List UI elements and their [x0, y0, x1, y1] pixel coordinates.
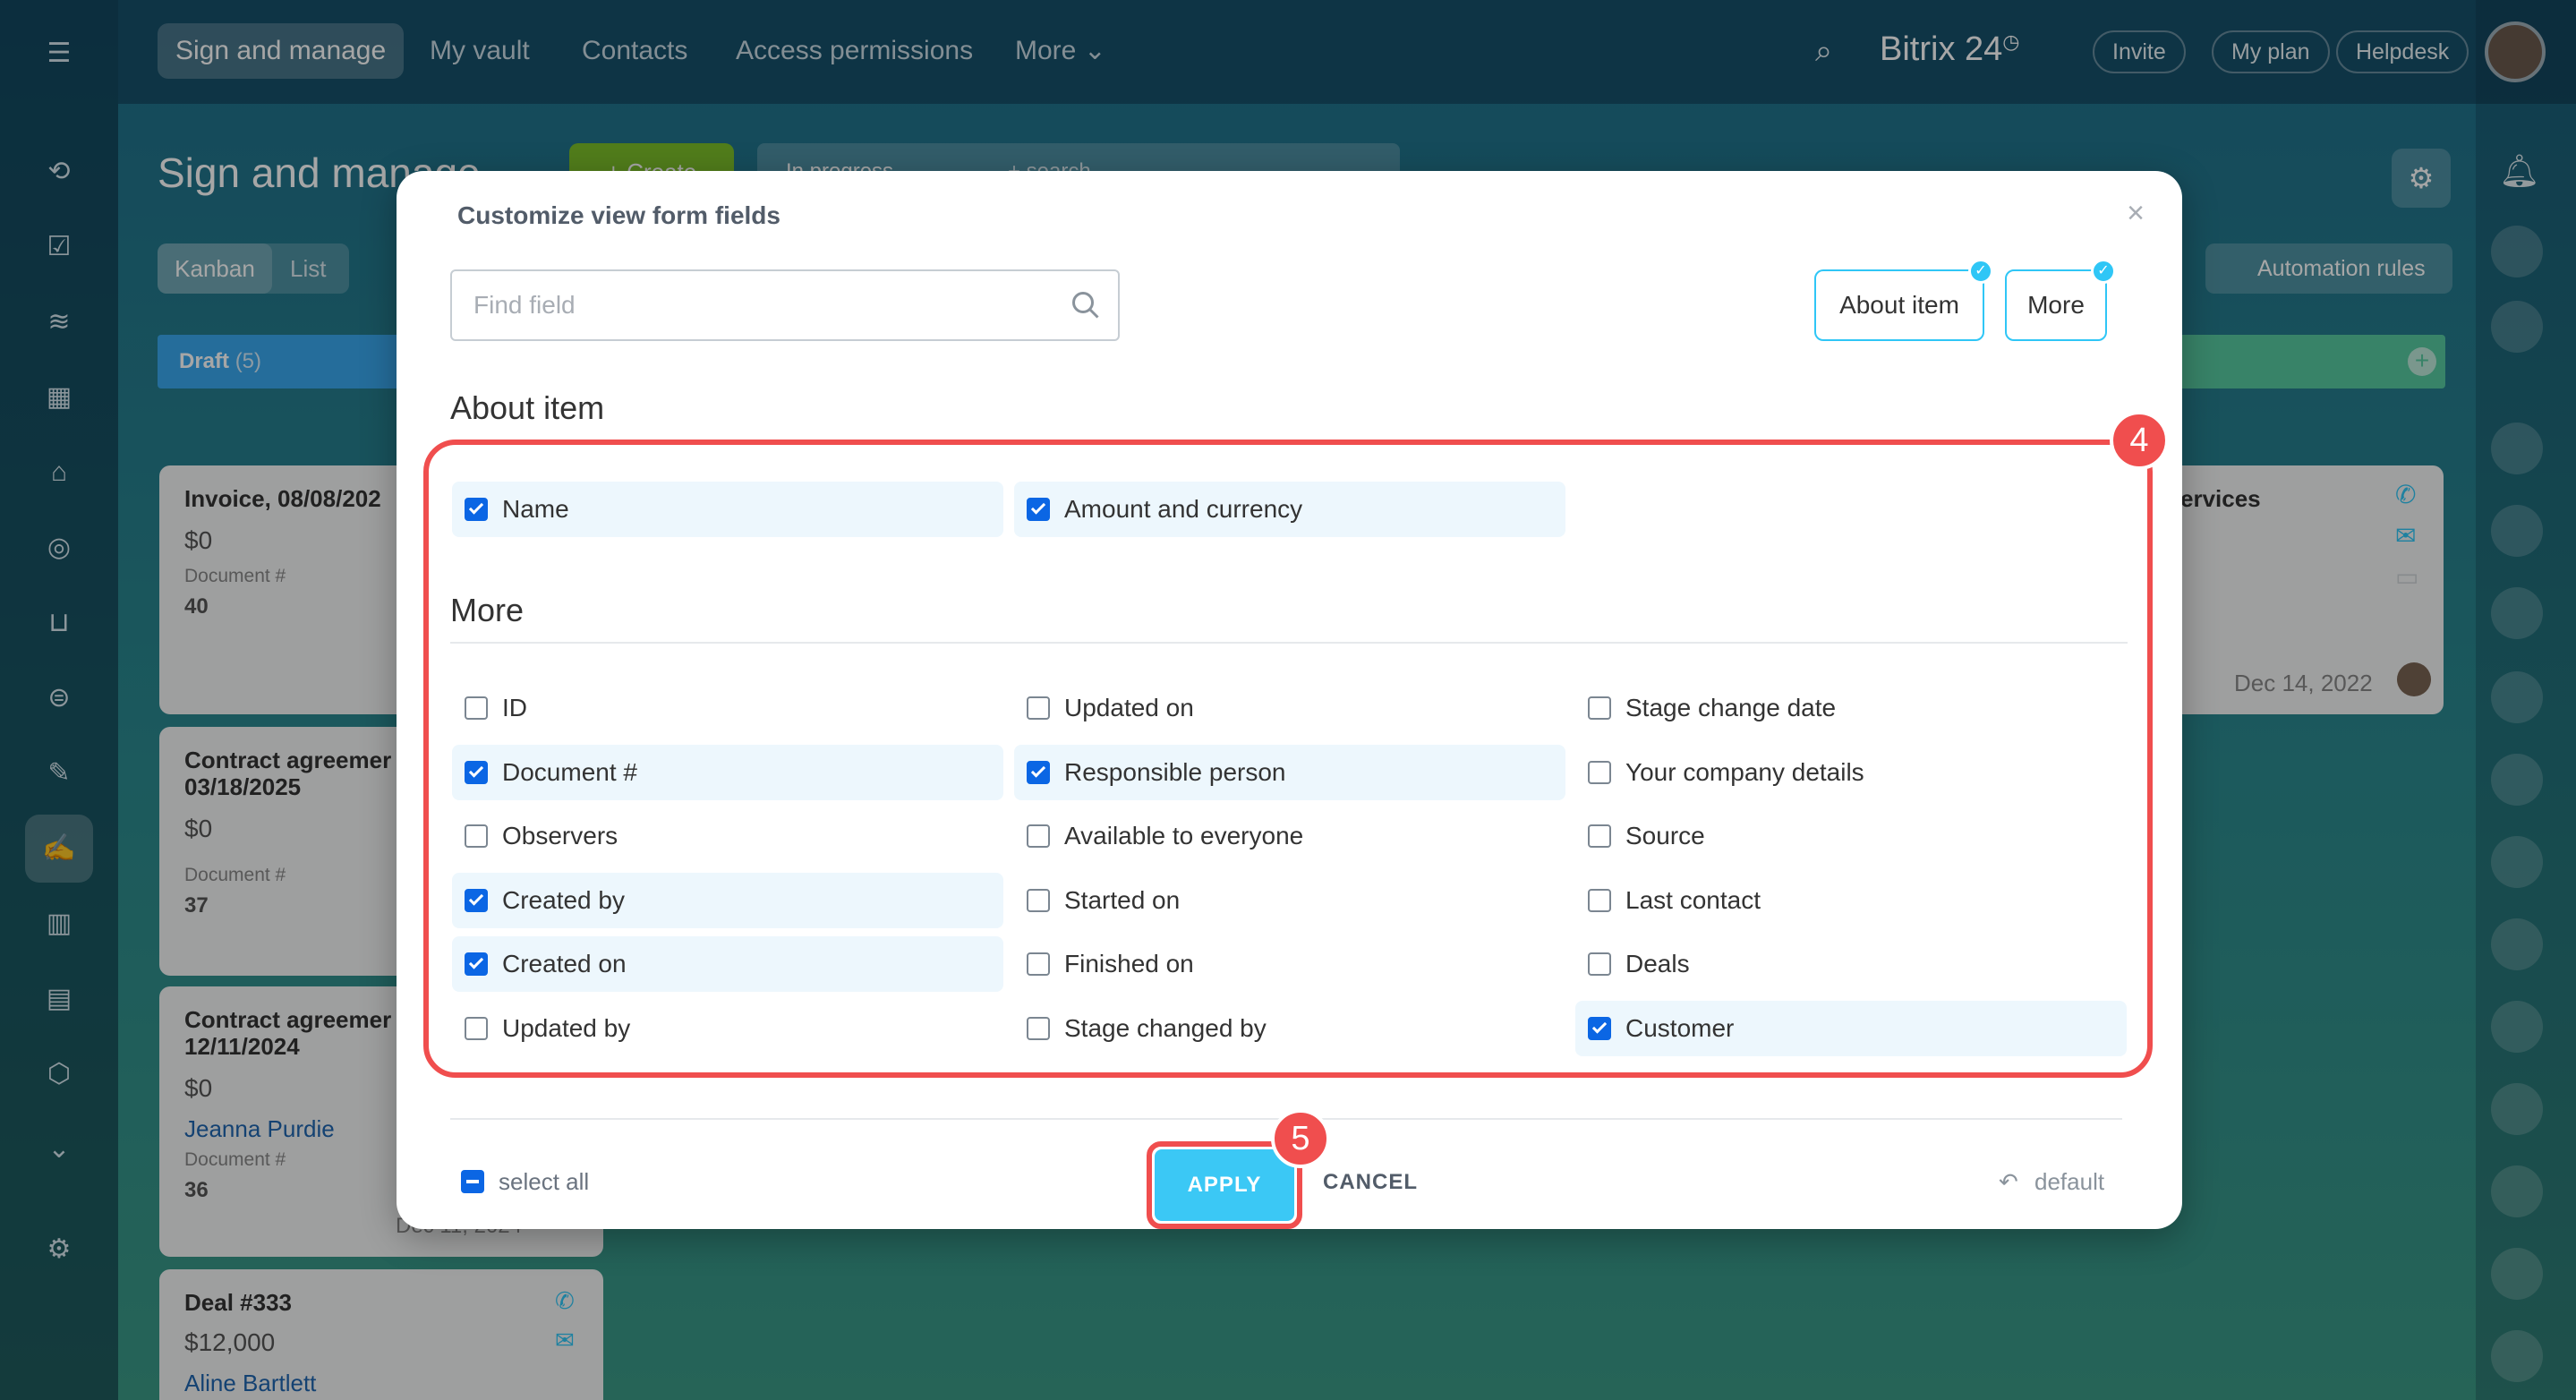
find-field-input[interactable]: Find field — [450, 269, 1120, 341]
annotation-highlight-fields — [423, 440, 2153, 1078]
customize-fields-dialog: Customize view form fields × Find field … — [397, 171, 2182, 1229]
section-tab-about-item[interactable]: About item ✓ — [1814, 259, 1993, 341]
section-heading-about-item: About item — [450, 389, 605, 426]
close-icon[interactable]: × — [2127, 196, 2145, 231]
section-tab-label: About item — [1839, 291, 1959, 319]
select-all-label[interactable]: select all — [499, 1168, 589, 1196]
check-icon: ✓ — [1968, 259, 1993, 284]
search-icon — [1072, 292, 1099, 319]
annotation-step-4: 4 — [2110, 411, 2169, 470]
dialog-title: Customize view form fields — [457, 201, 780, 229]
section-tab-more[interactable]: More ✓ — [2005, 259, 2116, 341]
minus-icon — [466, 1180, 479, 1183]
annotation-step-5: 5 — [1271, 1109, 1330, 1168]
section-tab-label: More — [2027, 291, 2085, 319]
find-field-placeholder: Find field — [473, 291, 576, 319]
cancel-button[interactable]: CANCEL — [1323, 1170, 1418, 1195]
select-all-checkbox[interactable] — [461, 1170, 484, 1193]
check-icon: ✓ — [2091, 259, 2116, 284]
undo-icon: ↶ — [1999, 1168, 2018, 1195]
default-button[interactable]: default — [2034, 1168, 2104, 1196]
